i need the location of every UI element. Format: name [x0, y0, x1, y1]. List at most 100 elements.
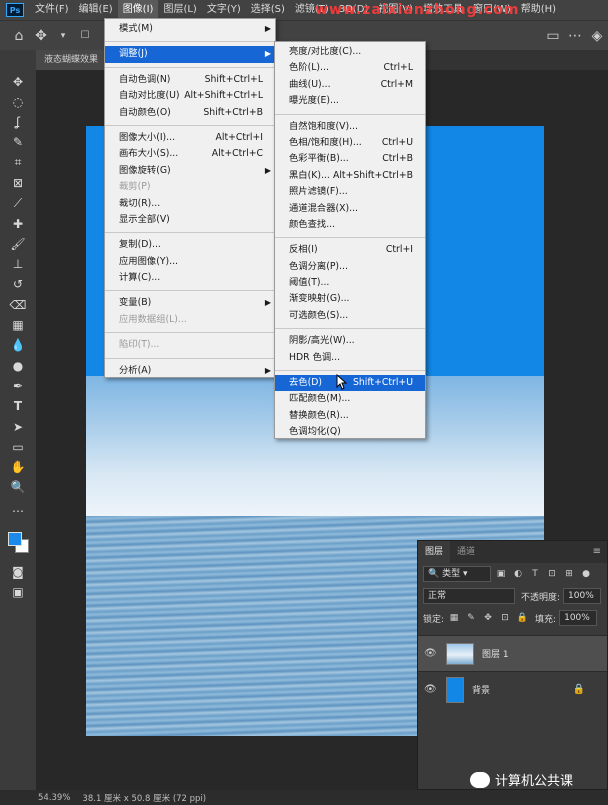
marquee-tool-icon[interactable]: ◌	[7, 92, 29, 111]
eraser-tool-icon[interactable]: ⌫	[7, 295, 29, 314]
adjust-menu-item[interactable]: 渐变映射(G)...	[275, 291, 425, 307]
blend-mode-select[interactable]: 正常	[423, 588, 515, 604]
image-menu-item[interactable]: 显示全部(V)	[105, 212, 275, 228]
adjust-menu-item[interactable]: 颜色查找...	[275, 217, 425, 233]
type-tool-icon[interactable]: T	[7, 397, 29, 416]
filter-smart-object-icon[interactable]: ⊞	[562, 567, 576, 581]
quick-select-tool-icon[interactable]: ✎	[7, 133, 29, 152]
adjust-menu-item[interactable]: 色阶(L)... Ctrl+L	[275, 60, 425, 76]
adjust-menu-item[interactable]: 阈值(T)...	[275, 275, 425, 291]
layer-row-1[interactable]: 👁 图层 1	[418, 635, 607, 671]
adjust-menu-item[interactable]: 反相(I) Ctrl+I	[275, 242, 425, 258]
filter-shape-icon[interactable]: ⊡	[545, 567, 559, 581]
adjust-menu-item[interactable]: 替换颜色(R)...	[275, 408, 425, 424]
image-menu-item[interactable]: 自动对比度(U) Alt+Shift+Ctrl+L	[105, 88, 275, 104]
foreground-color-swatch[interactable]	[8, 532, 22, 546]
move-tool-options-icon[interactable]: ✥	[30, 25, 52, 47]
adjust-menu-item[interactable]: 色调分离(P)...	[275, 259, 425, 275]
menubar-item-1[interactable]: 编辑(E)	[74, 0, 118, 20]
history-brush-tool-icon[interactable]: ↺	[7, 275, 29, 294]
menubar-item-11[interactable]: 帮助(H)	[516, 0, 561, 20]
hand-tool-icon[interactable]: ✋	[7, 458, 29, 477]
filter-toggle-icon[interactable]: ●	[579, 567, 593, 581]
adjust-menu-item[interactable]: 曲线(U)... Ctrl+M	[275, 77, 425, 93]
lock-transparent-icon[interactable]: ▦	[447, 611, 461, 625]
adjust-menu-item[interactable]: 可选颜色(S)...	[275, 308, 425, 324]
gradient-tool-icon[interactable]: ▦	[7, 316, 29, 335]
opacity-input[interactable]: 100%	[563, 588, 602, 604]
layer-name[interactable]: 背景	[472, 683, 490, 696]
adjust-menu-item[interactable]: 色彩平衡(B)... Ctrl+B	[275, 151, 425, 167]
adjust-menu-item[interactable]: 自然饱和度(V)...	[275, 119, 425, 135]
frame-tool-icon[interactable]: ⊠	[7, 173, 29, 192]
visibility-eye-icon[interactable]: 👁	[424, 684, 440, 695]
chevron-down-icon[interactable]: ▾	[52, 25, 74, 47]
adjust-menu-item[interactable]: 阴影/高光(W)...	[275, 333, 425, 349]
menubar-item-0[interactable]: 文件(F)	[30, 0, 74, 20]
blur-tool-icon[interactable]: 💧	[7, 336, 29, 355]
auto-select-checkbox[interactable]: ☐	[74, 25, 96, 47]
lock-image-icon[interactable]: ✎	[464, 611, 478, 625]
menubar-item-4[interactable]: 文字(Y)	[202, 0, 246, 20]
3d-mode-icon[interactable]: ◈	[586, 25, 608, 47]
filter-adjustment-icon[interactable]: ◐	[511, 567, 525, 581]
crop-tool-icon[interactable]: ⌗	[7, 153, 29, 172]
adjust-menu-item[interactable]: 照片滤镜(F)...	[275, 184, 425, 200]
dodge-tool-icon[interactable]: ●	[7, 356, 29, 375]
image-menu-item[interactable]: 模式(M) ▶	[105, 21, 275, 37]
visibility-eye-icon[interactable]: 👁	[424, 648, 440, 659]
adjust-menu-item[interactable]: 曝光度(E)...	[275, 93, 425, 109]
image-menu-item[interactable]: 图像大小(I)... Alt+Ctrl+I	[105, 130, 275, 146]
distribute-icon[interactable]: ⋯	[564, 25, 586, 47]
image-menu-item[interactable]: 应用图像(Y)...	[105, 254, 275, 270]
fill-input[interactable]: 100%	[559, 610, 598, 626]
pen-tool-icon[interactable]: ✒	[7, 376, 29, 395]
layer-name[interactable]: 图层 1	[482, 647, 509, 660]
adjust-menu-item[interactable]: HDR 色调...	[275, 350, 425, 366]
adjust-menu-item[interactable]: 色调均化(Q)	[275, 424, 425, 440]
zoom-level[interactable]: 54.39%	[38, 793, 70, 803]
adjust-menu-item[interactable]: 匹配颜色(M)...	[275, 391, 425, 407]
home-icon[interactable]: ⌂	[8, 25, 30, 47]
adjust-menu-item[interactable]: 去色(D) Shift+Ctrl+U	[275, 375, 425, 392]
image-menu-item[interactable]: 画布大小(S)... Alt+Ctrl+C	[105, 146, 275, 162]
eyedropper-tool-icon[interactable]: ⟋	[7, 194, 29, 213]
adjust-menu-item[interactable]: 通道混合器(X)...	[275, 201, 425, 217]
adjust-menu-item[interactable]: 黑白(K)... Alt+Shift+Ctrl+B	[275, 168, 425, 184]
adjust-menu-item[interactable]: 色相/饱和度(H)... Ctrl+U	[275, 135, 425, 151]
path-selection-tool-icon[interactable]: ➤	[7, 417, 29, 436]
zoom-tool-icon[interactable]: 🔍	[7, 478, 29, 497]
rectangle-tool-icon[interactable]: ▭	[7, 437, 29, 456]
healing-brush-tool-icon[interactable]: ✚	[7, 214, 29, 233]
lock-position-icon[interactable]: ✥	[481, 611, 495, 625]
image-menu-item[interactable]: 复制(D)...	[105, 237, 275, 253]
lock-all-icon[interactable]: 🔒	[515, 611, 529, 625]
adjust-menu-item[interactable]: 亮度/对比度(C)...	[275, 44, 425, 60]
filter-type-icon[interactable]: T	[528, 567, 542, 581]
quick-mask-icon[interactable]: ◙	[7, 563, 29, 582]
image-menu-item[interactable]: 裁切(R)...	[105, 196, 275, 212]
move-tool-icon[interactable]: ✥	[7, 72, 29, 91]
align-icon[interactable]: ▭	[542, 25, 564, 47]
clone-stamp-tool-icon[interactable]: ⊥	[7, 255, 29, 274]
layer-filter-select[interactable]: 🔍 类型 ▾	[423, 566, 491, 582]
image-menu-item[interactable]: 自动色调(N) Shift+Ctrl+L	[105, 72, 275, 88]
image-menu-item[interactable]: 自动颜色(O) Shift+Ctrl+B	[105, 105, 275, 121]
lasso-tool-icon[interactable]: ʆ	[7, 113, 29, 132]
image-menu-item[interactable]: 变量(B) ▶	[105, 295, 275, 311]
image-menu-item[interactable]: 调整(J) ▶	[105, 46, 275, 63]
filter-pixel-icon[interactable]: ▣	[494, 567, 508, 581]
layer-row-background[interactable]: 👁 背景 🔒	[418, 671, 607, 707]
menubar-item-3[interactable]: 图层(L)	[158, 0, 201, 20]
panel-menu-icon[interactable]: ≡	[593, 541, 601, 563]
menubar-item-5[interactable]: 选择(S)	[246, 0, 290, 20]
screen-mode-icon[interactable]: ▣	[7, 583, 29, 602]
brush-tool-icon[interactable]: 🖌	[7, 234, 29, 253]
tab-layers[interactable]: 图层	[418, 541, 451, 563]
image-menu-item[interactable]: 图像旋转(G) ▶	[105, 163, 275, 179]
document-tab[interactable]: 液态蝴蝶效果	[36, 50, 107, 70]
menubar-item-2[interactable]: 图像(I)	[117, 0, 159, 20]
lock-artboard-icon[interactable]: ⊡	[498, 611, 512, 625]
tab-channels[interactable]: 通道	[450, 541, 482, 563]
image-menu-item[interactable]: 计算(C)...	[105, 270, 275, 286]
